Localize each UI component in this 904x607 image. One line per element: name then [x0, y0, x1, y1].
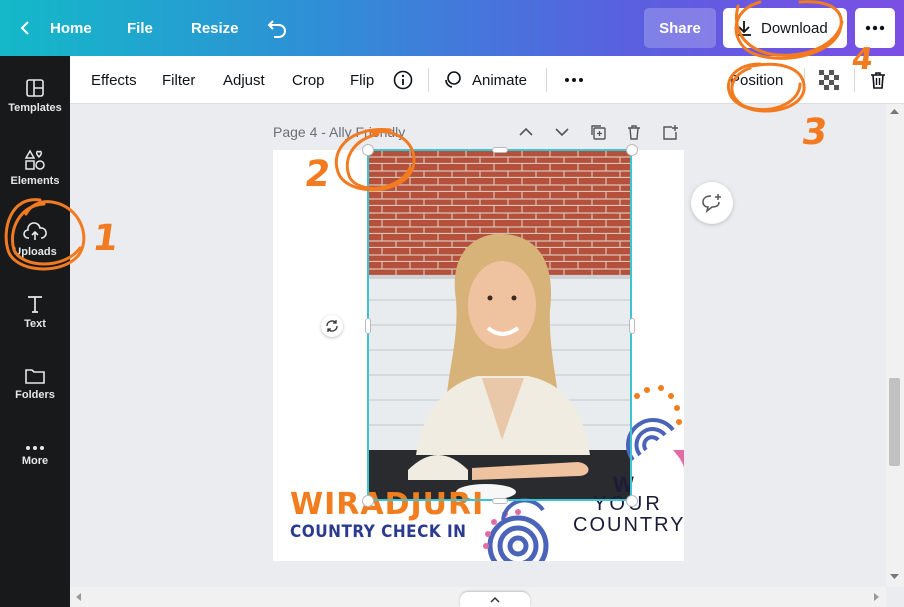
effects-label: Effects: [91, 71, 137, 89]
effects-button[interactable]: Effects: [91, 56, 137, 104]
undo-button[interactable]: [266, 0, 288, 56]
design-know-text-line3[interactable]: COUNTRY: [573, 514, 684, 537]
chevron-up-icon: [490, 596, 500, 603]
download-icon: [737, 21, 751, 36]
sidebar-item-templates[interactable]: Templates: [0, 64, 70, 128]
resize-handle-bottom-left[interactable]: [362, 495, 374, 507]
annotation-number-3: 3: [799, 112, 830, 153]
sidebar-item-label: More: [21, 455, 49, 467]
toolbar-divider: [428, 68, 429, 92]
home-button[interactable]: Home: [18, 0, 92, 56]
toolbar-divider: [804, 68, 805, 92]
design-subtitle[interactable]: COUNTRY CHECK IN: [290, 522, 466, 542]
templates-icon: [26, 79, 44, 97]
scroll-down-arrow-icon[interactable]: [889, 573, 900, 581]
more-dots-icon: [26, 446, 44, 450]
animate-icon: [445, 71, 461, 88]
sidebar-item-label: Folders: [15, 389, 55, 401]
filter-label: Filter: [162, 71, 196, 89]
filter-button[interactable]: Filter: [162, 56, 195, 104]
vertical-scrollbar-thumb[interactable]: [889, 378, 900, 466]
transparency-checker-icon: [819, 70, 839, 90]
sidebar-item-label: Elements: [10, 175, 60, 187]
download-button[interactable]: Download: [723, 8, 847, 48]
trash-icon: [871, 72, 885, 89]
rotate-handle[interactable]: [321, 315, 343, 337]
more-horizontal-icon: [565, 78, 583, 82]
rotate-icon: [326, 320, 338, 332]
chevron-left-icon: [20, 21, 29, 35]
sidebar-item-text[interactable]: Text: [0, 280, 70, 344]
position-button[interactable]: Position: [730, 56, 783, 104]
add-page-button[interactable]: [658, 122, 682, 142]
page-down-button[interactable]: [550, 122, 574, 142]
annotation-number-1: 1: [90, 218, 121, 259]
info-button[interactable]: [393, 56, 413, 104]
resize-handle-top[interactable]: [492, 147, 508, 153]
info-icon: [393, 70, 413, 90]
sidebar-item-elements[interactable]: Elements: [0, 136, 70, 200]
elements-icon: [24, 149, 45, 170]
resize-handle-top-left[interactable]: [362, 144, 374, 156]
animate-label: Animate: [472, 71, 528, 89]
folder-icon: [25, 369, 45, 384]
transparency-button[interactable]: [819, 56, 839, 104]
page-up-button[interactable]: [514, 122, 538, 142]
resize-button[interactable]: Resize: [191, 0, 239, 56]
toolbar-divider: [546, 68, 547, 92]
sidebar-item-uploads[interactable]: Uploads: [0, 208, 70, 272]
file-menu-button[interactable]: File: [127, 0, 153, 56]
comment-add-icon: [702, 194, 721, 213]
resize-handle-right[interactable]: [629, 318, 635, 334]
animate-button[interactable]: Animate: [442, 56, 527, 104]
scroll-left-arrow-icon[interactable]: [74, 592, 82, 602]
add-page-icon: [663, 125, 678, 140]
add-comment-button[interactable]: [691, 182, 733, 224]
adjust-button[interactable]: Adjust: [223, 56, 265, 104]
resize-handle-bottom-right[interactable]: [626, 495, 638, 507]
delete-page-button[interactable]: [622, 122, 646, 142]
left-sidebar: Templates Elements Uploads Text Folders: [0, 56, 70, 607]
trash-icon: [628, 125, 640, 140]
file-label: File: [127, 19, 153, 37]
share-button[interactable]: Share: [644, 8, 716, 48]
selection-box: [367, 149, 632, 501]
flip-button[interactable]: Flip: [350, 56, 374, 104]
crop-button[interactable]: Crop: [292, 56, 325, 104]
position-label: Position: [730, 71, 784, 89]
vertical-scrollbar[interactable]: [886, 104, 904, 587]
more-tools-button[interactable]: [564, 56, 584, 104]
resize-handle-top-right[interactable]: [626, 144, 638, 156]
duplicate-page-button[interactable]: [586, 122, 610, 142]
adjust-label: Adjust: [223, 71, 265, 89]
resize-handle-bottom[interactable]: [492, 498, 508, 504]
download-label: Download: [761, 19, 828, 37]
sidebar-item-more[interactable]: More: [0, 424, 70, 488]
image-toolbar: Effects Filter Adjust Crop Flip Animate …: [70, 56, 904, 104]
resize-handle-left[interactable]: [365, 318, 371, 334]
resize-label: Resize: [191, 19, 239, 37]
scroll-up-arrow-icon[interactable]: [889, 107, 900, 115]
upload-cloud-icon: [23, 222, 47, 240]
undo-icon: [267, 20, 286, 38]
crop-label: Crop: [292, 71, 325, 89]
top-bar: Home File Resize Share Download: [0, 0, 904, 56]
chevron-up-icon: [519, 127, 533, 136]
page-title[interactable]: Page 4 - Ally Friendly: [273, 124, 405, 140]
flip-label: Flip: [350, 71, 375, 89]
more-horizontal-icon: [865, 25, 885, 31]
sidebar-item-label: Templates: [8, 102, 62, 114]
duplicate-icon: [591, 125, 606, 140]
sidebar-item-folders[interactable]: Folders: [0, 352, 70, 416]
text-icon: [28, 296, 42, 313]
page-panel-toggle[interactable]: [460, 592, 530, 607]
home-label: Home: [50, 19, 92, 37]
scroll-right-arrow-icon[interactable]: [873, 592, 881, 602]
sidebar-item-label: Uploads: [13, 246, 57, 258]
chevron-down-icon: [555, 128, 569, 137]
sidebar-item-label: Text: [24, 318, 46, 330]
share-label: Share: [659, 19, 701, 37]
